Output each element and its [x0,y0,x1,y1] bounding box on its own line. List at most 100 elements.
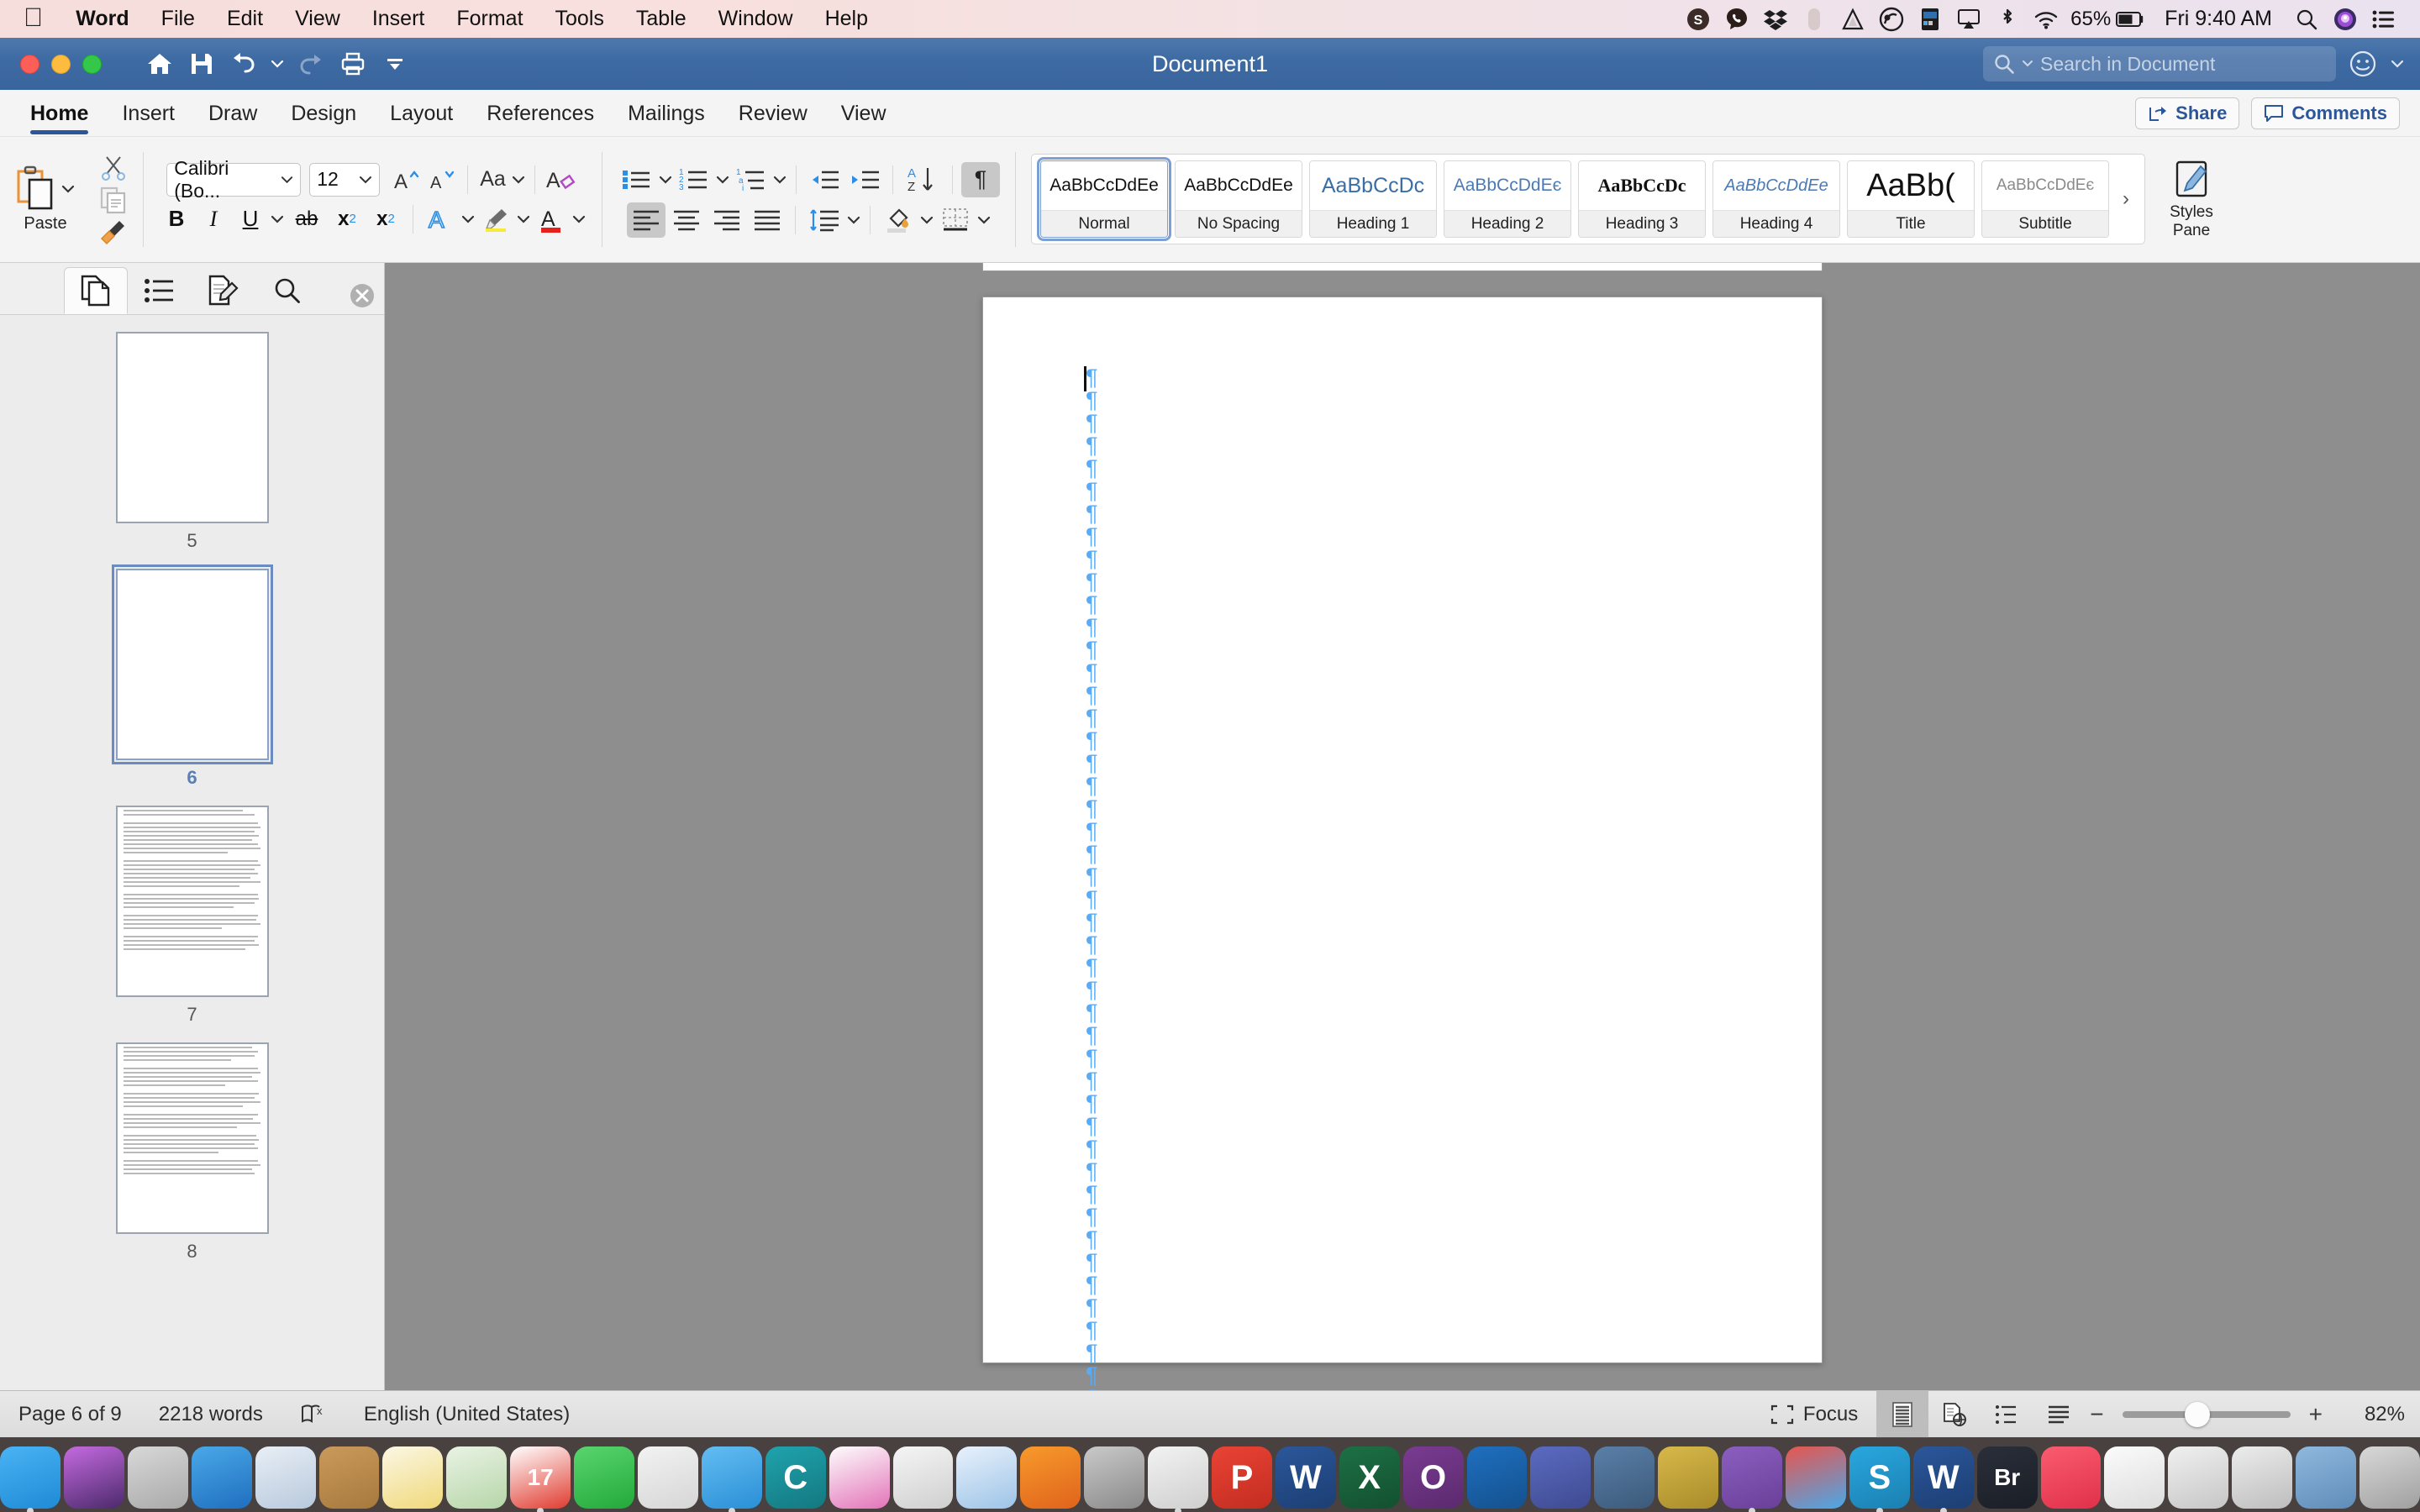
system-preferences-icon[interactable] [1084,1446,1144,1509]
style-heading-3[interactable]: AaBbCcDc Heading 3 [1578,160,1706,238]
undo-dropdown-icon[interactable] [265,43,290,85]
ibooks-icon[interactable] [1020,1446,1081,1509]
chrome-icon[interactable] [1148,1446,1208,1509]
grow-font-icon[interactable]: A [390,163,424,197]
menu-item-edit[interactable]: Edit [211,7,279,31]
capsule-icon[interactable] [1795,0,1833,38]
font-name-select[interactable]: Calibri (Bo... [166,163,301,197]
textedit-icon[interactable] [2104,1446,2165,1509]
finder-icon[interactable] [0,1446,60,1509]
customize-toolbar-icon[interactable] [374,43,416,85]
justify-icon[interactable] [748,202,786,238]
format-painter-icon[interactable] [99,218,128,246]
tab-references[interactable]: References [470,102,611,136]
italic-button[interactable]: I [196,202,231,236]
remote-desktop-icon[interactable] [1594,1446,1655,1509]
close-window-button[interactable] [20,55,39,74]
zoom-slider-handle[interactable] [2185,1402,2210,1427]
redo-icon[interactable] [290,43,332,85]
launchpad-icon[interactable] [128,1446,188,1509]
style-heading-4[interactable]: AaBbCcDdEe Heading 4 [1712,160,1840,238]
multilevel-dropdown-icon[interactable] [772,174,787,186]
borders-icon[interactable] [936,202,975,238]
show-paragraph-marks-icon[interactable]: ¶ [961,162,1000,197]
maximize-window-button[interactable] [82,55,102,74]
line-spacing-icon[interactable] [804,202,844,238]
borders-dropdown-icon[interactable] [976,214,992,226]
minimize-window-button[interactable] [51,55,71,74]
skype-icon[interactable]: S [1679,0,1718,38]
page-indicator[interactable]: Page 6 of 9 [0,1403,140,1426]
menu-item-word[interactable]: Word [60,7,145,31]
word-icon[interactable]: W [1276,1446,1336,1509]
trash-icon[interactable] [2360,1446,2420,1509]
extension-icon[interactable] [1786,1446,1846,1509]
sort-az-icon[interactable]: AZ [902,162,944,197]
sketch-icon[interactable]: C [765,1446,826,1509]
styles-pane-button[interactable]: Styles Pane [2145,137,2238,262]
maps-icon[interactable] [446,1446,507,1509]
align-left-icon[interactable] [627,202,666,238]
premiere-icon[interactable]: P [1212,1446,1272,1509]
document-page[interactable]: ¶¶¶¶¶¶¶¶¶¶¶¶¶¶¶¶¶¶¶¶¶¶¶¶¶¶¶¶¶¶¶¶¶¶¶¶¶¶¶¶… [982,297,1823,1363]
multilevel-list-icon[interactable]: 1ai [732,163,771,197]
numbering-icon[interactable]: 123 [675,163,713,197]
siri-icon[interactable] [64,1446,124,1509]
text-effects-icon[interactable]: A [422,202,459,237]
print-icon[interactable] [332,43,374,85]
bluetooth-icon[interactable] [1988,0,2027,38]
thumbnail-item[interactable]: 7 [0,806,384,1026]
tab-insert[interactable]: Insert [105,102,192,136]
style-heading-2[interactable]: AaBbCcDdEє Heading 2 [1444,160,1571,238]
thumbnail-item[interactable]: 6 [0,569,384,789]
tab-home[interactable]: Home [13,102,105,136]
save-icon[interactable] [181,43,223,85]
highlight-dropdown-icon[interactable] [516,213,531,225]
tab-layout[interactable]: Layout [373,102,470,136]
numbering-dropdown-icon[interactable] [715,174,730,186]
undo-icon[interactable] [223,43,265,85]
align-center-icon[interactable] [667,202,706,238]
language-indicator[interactable]: English (United States) [345,1403,588,1426]
music-icon[interactable] [2041,1446,2102,1509]
onenote-icon[interactable]: O [1403,1446,1464,1509]
close-sidebar-icon[interactable] [348,281,376,314]
word-doc-icon[interactable]: W [1913,1446,1974,1509]
menu-item-window[interactable]: Window [702,7,809,31]
shading-icon[interactable] [879,202,918,238]
notes-icon[interactable] [382,1446,443,1509]
sublime-icon[interactable] [1658,1446,1718,1509]
strikethrough-button[interactable]: ab [287,202,327,236]
bridge-icon[interactable]: Br [1977,1446,2038,1509]
viber-icon[interactable] [1718,0,1756,38]
wifi-icon[interactable] [2027,0,2065,38]
shrink-font-icon[interactable]: A [425,163,459,197]
change-case-icon[interactable]: Aa [476,163,509,197]
bullets-icon[interactable] [618,163,656,197]
adobe-icon[interactable] [1833,0,1872,38]
draft-view-icon[interactable] [2033,1391,2085,1438]
clear-formatting-icon[interactable]: A [544,163,579,197]
page-thumbnail[interactable] [116,1042,269,1234]
tab-design[interactable]: Design [274,102,373,136]
style-subtitle[interactable]: AaBbCcDdEє Subtitle [1981,160,2109,238]
control-center-icon[interactable] [2365,0,2403,38]
increase-indent-icon[interactable] [845,163,884,197]
messages-icon[interactable] [702,1446,762,1509]
word-count[interactable]: 2218 words [140,1403,281,1426]
airplay-icon[interactable] [1949,0,1988,38]
print-layout-icon[interactable] [1876,1391,1928,1438]
style-no-spacing[interactable]: AaBbCcDdEe No Spacing [1175,160,1302,238]
outlook-icon[interactable] [1467,1446,1528,1509]
search-input[interactable]: Search in Document [1983,46,2336,81]
document-canvas[interactable]: ¶¶¶¶¶¶¶¶¶¶¶¶¶¶¶¶¶¶¶¶¶¶¶¶¶¶¶¶¶¶¶¶¶¶¶¶¶¶¶¶… [385,263,2420,1390]
tab-view[interactable]: View [824,102,903,136]
photos-icon[interactable] [638,1446,698,1509]
menu-item-tools[interactable]: Tools [539,7,620,31]
style-heading-1[interactable]: AaBbCcDc Heading 1 [1309,160,1437,238]
teams-icon[interactable] [1530,1446,1591,1509]
tab-mailings[interactable]: Mailings [611,102,722,136]
page-thumbnail[interactable] [116,806,269,997]
page-thumbnail-current[interactable] [116,569,269,760]
battery-status[interactable]: 65% [2065,8,2149,31]
